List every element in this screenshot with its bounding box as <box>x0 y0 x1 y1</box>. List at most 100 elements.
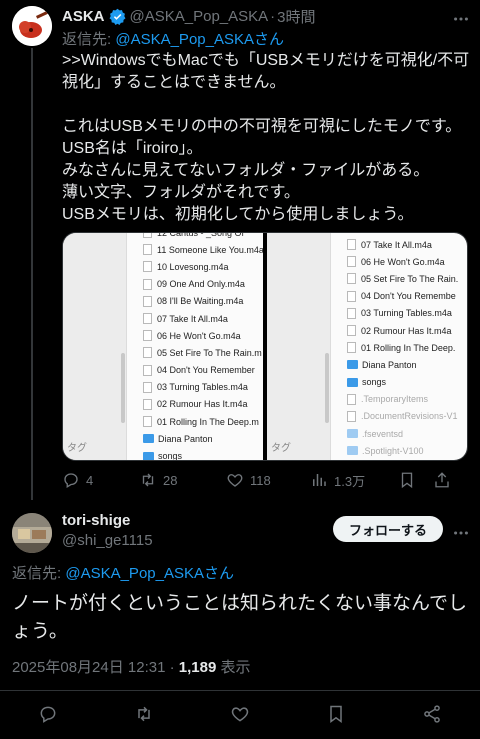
file-icon <box>347 290 356 302</box>
separator: · <box>165 659 179 676</box>
file-name: 11 Someone Like You.m4a <box>157 244 263 255</box>
bookmark-button[interactable] <box>324 702 348 726</box>
file-name: 02 Rumour Has It.m4a <box>361 325 452 336</box>
avatar[interactable] <box>12 6 52 46</box>
file-name: 03 Turning Tables.m4a <box>157 382 248 393</box>
file-row: 05 Set Fire To The Rain.m <box>143 344 263 361</box>
file-name: 03 Turning Tables.m4a <box>361 308 452 319</box>
file-row: 03 Turning Tables.m4a <box>143 379 263 396</box>
like-button[interactable] <box>228 702 252 726</box>
file-name: 04 Don't You Remember <box>157 365 255 376</box>
file-row: 04 Don't You Remember <box>143 362 263 379</box>
folder-icon <box>347 360 358 370</box>
file-icon <box>143 347 152 359</box>
reply-icon <box>62 471 80 489</box>
file-icon <box>347 273 356 285</box>
file-icon <box>143 278 152 290</box>
bookmark-button[interactable] <box>398 471 433 489</box>
more-options-icon[interactable] <box>452 524 470 547</box>
file-name: 01 Rolling In The Deep. <box>361 342 456 353</box>
file-icon <box>143 313 152 325</box>
file-row: 07 Take It All.m4a <box>347 236 458 253</box>
folder-row: Diana Panton <box>347 356 458 373</box>
file-name: .DocumentRevisions-V1 <box>361 411 458 422</box>
file-icon <box>143 261 152 273</box>
file-name: 10 Lovesong.m4a <box>157 261 229 272</box>
folder-icon <box>143 434 154 444</box>
folder-row: .Spotlight-V100 <box>347 442 458 459</box>
reply-to-link[interactable]: @ASKA_Pop_ASKAさん <box>115 31 284 48</box>
file-icon <box>143 398 152 410</box>
focused-tweet: tori-shige @shi_ge1115 フォローする 返信先: @ASKA… <box>0 500 480 739</box>
folder-row: songs <box>347 374 458 391</box>
file-name: 01 Rolling In The Deep.m <box>157 416 259 427</box>
follow-button[interactable]: フォローする <box>333 516 443 542</box>
tweet-datetime[interactable]: 2025年08月24日 12:31 <box>12 659 165 676</box>
display-name[interactable]: ASKA <box>62 8 105 25</box>
file-icon <box>143 364 152 376</box>
file-row: 11 Someone Like You.m4a <box>143 241 263 258</box>
file-name: 06 He Won't Go.m4a <box>157 330 241 341</box>
divider <box>0 690 480 691</box>
more-options-icon[interactable] <box>452 10 470 33</box>
file-icon <box>347 393 356 405</box>
file-name: Diana Panton <box>158 433 213 444</box>
timestamp[interactable]: 3時間 <box>277 6 315 27</box>
like-count: 118 <box>250 472 271 488</box>
file-row: 06 He Won't Go.m4a <box>143 327 263 344</box>
parent-tweet[interactable]: ASKA @ASKA_Pop_ASKA · 3時間 返信先: @ASKA_Pop… <box>0 0 480 500</box>
file-icon <box>143 330 152 342</box>
handle[interactable]: @ASKA_Pop_ASKA <box>130 8 269 25</box>
file-name: Diana Panton <box>362 359 417 370</box>
media-image-right[interactable]: タグ 07 Take It All.m4a 06 He Won't Go.m4a 0… <box>267 233 467 460</box>
file-name: .Spotlight-V100 <box>362 445 424 456</box>
file-name: 07 Take It All.m4a <box>157 313 228 324</box>
reply-button[interactable] <box>36 702 60 726</box>
repost-button[interactable] <box>132 702 156 726</box>
file-row: 02 Rumour Has It.m4a <box>143 396 263 413</box>
photo-avatar-image <box>12 513 52 553</box>
file-row: 01 Rolling In The Deep.m <box>143 413 263 430</box>
file-name: .TemporaryItems <box>361 394 429 405</box>
media-image-left[interactable]: タグ 12 Cantus - _Song Of 11 Someone Like Y… <box>63 233 263 460</box>
view-count: 1,189 <box>178 659 217 676</box>
file-row: .TemporaryItems <box>347 391 458 408</box>
replying-to-label: 返信先: <box>62 31 116 48</box>
media-gallery[interactable]: タグ 12 Cantus - _Song Of 11 Someone Like Y… <box>62 232 468 461</box>
tweet-header: ASKA @ASKA_Pop_ASKA · 3時間 <box>62 5 316 27</box>
scrollbar <box>121 353 125 423</box>
handle[interactable]: @shi_ge1115 <box>62 532 153 549</box>
share-button[interactable] <box>433 471 451 489</box>
views-button[interactable]: 1.3万 <box>310 471 398 490</box>
repost-icon <box>134 704 154 724</box>
avatar[interactable] <box>12 513 52 553</box>
file-name: songs <box>362 377 387 388</box>
file-name: 12 Cantus - _Song Of <box>157 233 244 238</box>
heart-icon <box>226 471 244 489</box>
file-name: 06 He Won't Go.m4a <box>361 256 445 267</box>
share-icon <box>422 704 442 724</box>
file-row: .DocumentRevisions-V1 <box>347 408 458 425</box>
folder-row: .fseventsd <box>347 425 458 442</box>
folder-icon <box>347 446 358 456</box>
reply-to-link[interactable]: @ASKA_Pop_ASKAさん <box>65 565 234 582</box>
reply-count: 4 <box>86 472 94 488</box>
file-name: .fseventsd <box>362 428 404 439</box>
repost-button[interactable]: 28 <box>139 471 226 489</box>
share-icon <box>433 471 451 489</box>
display-name[interactable]: tori-shige <box>62 512 130 529</box>
views-count: 1.3万 <box>334 473 366 489</box>
file-icon <box>347 325 356 337</box>
file-row: 05 Set Fire To The Rain. <box>347 270 458 287</box>
like-button[interactable]: 118 <box>226 471 310 489</box>
replying-to: 返信先: @ASKA_Pop_ASKAさん <box>62 28 284 49</box>
file-name: songs <box>158 451 183 460</box>
file-name: 05 Set Fire To The Rain. <box>361 273 459 284</box>
file-icon <box>143 295 152 307</box>
file-row: 06 He Won't Go.m4a <box>347 253 458 270</box>
reply-button[interactable]: 4 <box>62 471 139 489</box>
repost-icon <box>139 471 157 489</box>
share-button[interactable] <box>420 702 444 726</box>
replying-to-label: 返信先: <box>12 565 66 582</box>
file-row: 02 Rumour Has It.m4a <box>347 322 458 339</box>
